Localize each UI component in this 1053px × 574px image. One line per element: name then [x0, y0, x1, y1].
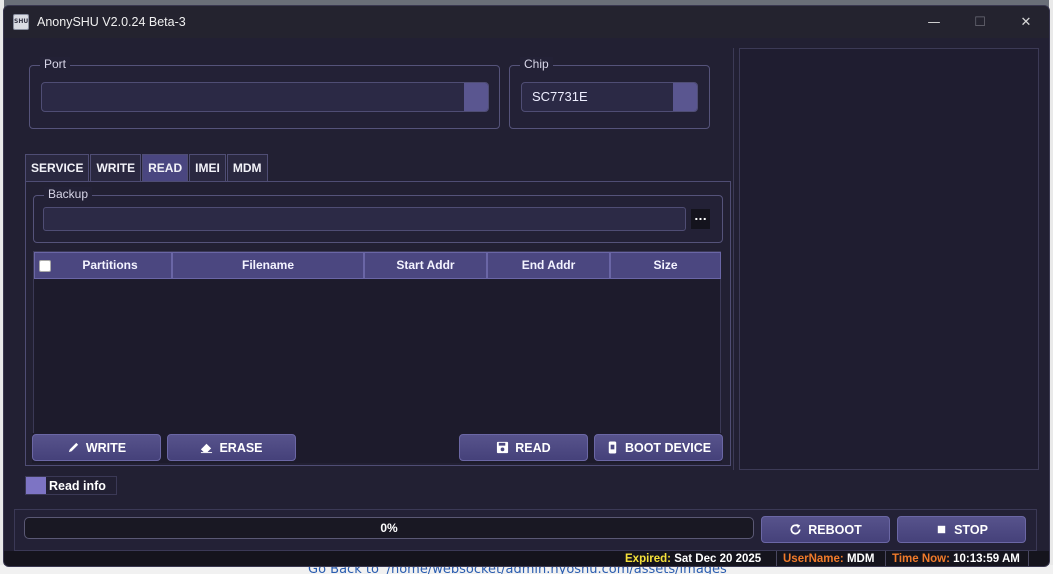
- read-info-label: Read info: [49, 478, 106, 493]
- eraser-icon: [201, 443, 213, 454]
- close-button[interactable]: ✕: [1003, 6, 1049, 38]
- phone-icon: [608, 441, 617, 454]
- partition-table[interactable]: Partitions Filename Start Addr End Addr …: [33, 251, 721, 435]
- column-filename[interactable]: Filename: [172, 252, 364, 279]
- username-label: UserName:: [783, 553, 844, 565]
- time-value: 10:13:59 AM: [953, 553, 1020, 565]
- port-label: Port: [40, 57, 71, 71]
- column-start-addr[interactable]: Start Addr: [364, 252, 487, 279]
- progress-text: 0%: [380, 521, 398, 535]
- port-dropdown-arrow[interactable]: [464, 83, 488, 111]
- chip-select[interactable]: SC7731E: [521, 82, 698, 112]
- stop-button[interactable]: STOP: [897, 516, 1026, 543]
- expired-value: Sat Dec 20 2025: [674, 553, 762, 565]
- log-panel: [739, 48, 1039, 470]
- window-controls: — ☐ ✕: [911, 6, 1049, 38]
- write-button-label: WRITE: [85, 440, 127, 455]
- minimize-button[interactable]: —: [911, 6, 957, 38]
- status-separator: [776, 551, 777, 566]
- stop-button-label: STOP: [954, 522, 988, 537]
- username-status: UserName: MDM: [783, 553, 874, 565]
- title-bar[interactable]: SHU AnonySHU V2.0.24 Beta-3 — ☐ ✕: [4, 6, 1049, 38]
- status-separator: [1028, 551, 1029, 566]
- read-button[interactable]: READ: [459, 434, 588, 461]
- boot-device-button[interactable]: BOOT DEVICE: [594, 434, 723, 461]
- backup-label: Backup: [44, 187, 93, 201]
- select-all-checkbox[interactable]: [39, 260, 51, 272]
- tab-bar: SERVICE WRITE READ IMEI MDM: [25, 154, 269, 181]
- window-title: AnonySHU V2.0.24 Beta-3: [37, 15, 186, 29]
- read-info-color-box: [26, 477, 46, 494]
- tab-service[interactable]: SERVICE: [25, 154, 90, 181]
- refresh-icon: [790, 523, 801, 535]
- tab-mdm[interactable]: MDM: [226, 154, 268, 181]
- read-button-label: READ: [515, 440, 551, 455]
- column-size[interactable]: Size: [610, 252, 721, 279]
- port-select[interactable]: [41, 82, 489, 112]
- erase-button[interactable]: ERASE: [167, 434, 296, 461]
- tab-write[interactable]: WRITE: [90, 154, 142, 181]
- app-window: SHU AnonySHU V2.0.24 Beta-3 — ☐ ✕ Port C…: [3, 5, 1050, 567]
- boot-device-button-label: BOOT DEVICE: [624, 440, 712, 455]
- tab-imei[interactable]: IMEI: [189, 154, 226, 181]
- reboot-button[interactable]: REBOOT: [761, 516, 890, 543]
- chip-dropdown-arrow[interactable]: [673, 83, 697, 111]
- tab-read[interactable]: READ: [142, 154, 189, 181]
- column-partitions[interactable]: Partitions: [34, 252, 172, 279]
- write-button[interactable]: WRITE: [32, 434, 161, 461]
- progress-bar: 0%: [24, 517, 754, 539]
- browse-button[interactable]: ...: [691, 209, 710, 229]
- time-status: Time Now: 10:13:59 AM: [892, 553, 1020, 565]
- status-bar: Expired: Sat Dec 20 2025 UserName: MDM T…: [4, 551, 1049, 566]
- erase-button-label: ERASE: [219, 440, 263, 455]
- status-separator: [885, 551, 886, 566]
- chip-label: Chip: [520, 57, 553, 71]
- read-info-toggle[interactable]: Read info: [25, 476, 117, 495]
- expired-label: Expired:: [625, 553, 672, 565]
- column-end-addr[interactable]: End Addr: [487, 252, 610, 279]
- table-header: Partitions Filename Start Addr End Addr …: [34, 252, 721, 279]
- expiry-status: Expired: Sat Dec 20 2025: [625, 553, 761, 565]
- stop-icon: [937, 525, 946, 534]
- pencil-icon: [68, 442, 79, 453]
- time-label: Time Now:: [892, 553, 950, 565]
- save-icon: [497, 441, 509, 454]
- username-value: MDM: [846, 553, 875, 565]
- chip-value: SC7731E: [532, 89, 588, 104]
- maximize-button[interactable]: ☐: [957, 6, 1003, 38]
- app-icon: SHU: [13, 14, 29, 30]
- column-partitions-label: Partitions: [82, 258, 138, 272]
- reboot-button-label: REBOOT: [808, 522, 862, 537]
- backup-path-input[interactable]: [43, 207, 686, 231]
